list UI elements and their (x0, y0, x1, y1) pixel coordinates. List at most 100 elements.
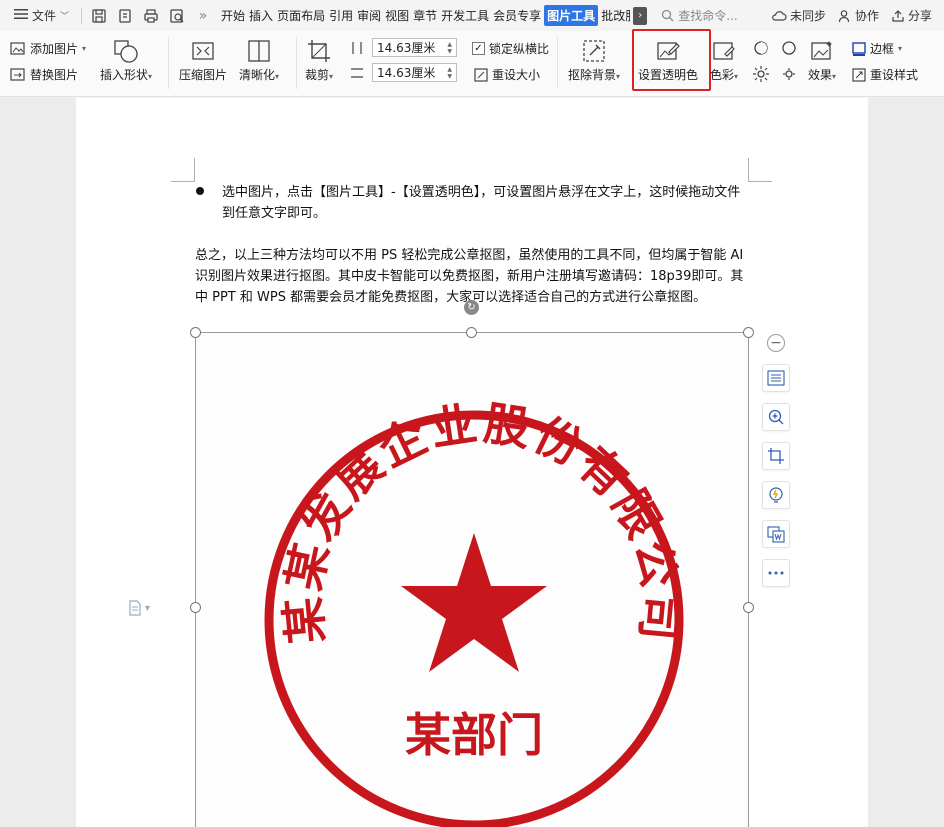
resize-handle-nw[interactable] (190, 327, 201, 338)
insert-shape-label: 插入形状▾ (100, 68, 153, 82)
cloud-icon (772, 10, 787, 21)
more-options-button[interactable] (762, 559, 790, 587)
share-button[interactable]: 分享 (891, 7, 932, 24)
tab-references[interactable]: 引用 (328, 5, 354, 26)
color-button[interactable]: 色彩▾ (710, 38, 738, 83)
share-label: 分享 (907, 9, 932, 23)
width-icon (351, 67, 363, 78)
compress-icon (192, 42, 214, 60)
more-chevrons-icon[interactable]: » (192, 5, 214, 27)
export-pdf-icon[interactable] (114, 5, 136, 27)
sharpen-label: 清晰化▾ (239, 68, 280, 82)
remove-background-icon (583, 40, 605, 62)
user-icon (838, 9, 850, 22)
text-wrap-icon (767, 370, 785, 386)
width-spinner[interactable]: ▲ ▼ (447, 66, 452, 80)
tab-view[interactable]: 视图 (384, 5, 410, 26)
height-spinner[interactable]: ▲ ▼ (447, 41, 452, 55)
compress-picture-button[interactable]: 压缩图片 (179, 38, 227, 83)
rotate-handle-icon[interactable]: ↻ (464, 300, 479, 315)
tab-insert[interactable]: 插入 (248, 5, 274, 26)
color-icon (713, 42, 735, 60)
title-actions: 未同步 协作 分享 (771, 0, 932, 31)
layout-options-button[interactable] (762, 364, 790, 392)
brightness-increase-icon[interactable] (752, 65, 770, 83)
chevron-down-icon: ﹀ (60, 12, 70, 22)
border-label: 边框 (870, 42, 895, 56)
print-icon[interactable] (140, 5, 162, 27)
collab-label: 协作 (854, 9, 879, 23)
reset-style-button[interactable]: 重设样式 (852, 66, 918, 83)
tab-home[interactable]: 开始 (220, 5, 246, 26)
reset-size-button[interactable]: 重设大小 (474, 66, 540, 83)
brightness-controls-2 (752, 65, 798, 83)
picture-add-icon (10, 41, 25, 55)
lightbulb-icon (769, 487, 783, 503)
add-picture-button[interactable]: 添加图片 ▾ (10, 40, 86, 57)
tab-member[interactable]: 会员专享 (492, 5, 542, 26)
collapse-icon[interactable]: − (767, 334, 785, 352)
file-menu-label: 文件 (32, 9, 57, 23)
resize-handle-w[interactable] (190, 602, 201, 613)
width-field-row: 14.63厘米 ▲ ▼ (350, 63, 457, 82)
contrast-decrease-icon[interactable] (780, 39, 798, 57)
picture-to-text-button[interactable] (762, 520, 790, 548)
contrast-increase-icon[interactable] (752, 39, 770, 57)
tab-developer[interactable]: 开发工具 (440, 5, 490, 26)
picture-replace-icon (10, 67, 25, 81)
collab-button[interactable]: 协作 (838, 7, 879, 24)
crop-picture-button[interactable] (762, 442, 790, 470)
tab-page-layout[interactable]: 页面布局 (276, 5, 326, 26)
replace-picture-button[interactable]: 替换图片 (10, 66, 78, 83)
page-margin-mark (171, 158, 195, 182)
print-preview-icon[interactable] (166, 5, 188, 27)
bullet-icon (196, 187, 204, 195)
chevron-right-icon[interactable]: › (633, 6, 648, 25)
resize-handle-e[interactable] (743, 602, 754, 613)
share-icon (892, 9, 904, 22)
tab-correction[interactable]: 批改服 (600, 5, 630, 26)
bullet-paragraph: 选中图片，点击【图片工具】-【设置透明色】，可设置图片悬浮在文字上，这时候拖动文… (222, 185, 741, 221)
paragraph-layout-icon[interactable]: ▾ (128, 600, 150, 616)
lock-ratio-checkbox[interactable]: ✓ 锁定纵横比 (472, 40, 549, 57)
reset-style-icon (852, 67, 866, 82)
page-margin-mark (748, 158, 772, 182)
remove-background-button[interactable]: 抠除背景▾ (568, 38, 620, 83)
sync-label: 未同步 (789, 9, 826, 23)
seal-dept-text: 某部门 (405, 708, 543, 762)
height-icon (352, 41, 362, 54)
divider (557, 37, 558, 89)
divider (168, 37, 169, 89)
command-search[interactable]: 查找命令... (661, 7, 738, 24)
sharpen-button[interactable]: 清晰化▾ (239, 38, 279, 83)
tab-review[interactable]: 审阅 (356, 5, 382, 26)
border-button[interactable]: 边框 ▾ (852, 40, 902, 57)
border-icon (852, 41, 866, 56)
dropdown-caret-icon: ▾ (898, 44, 903, 53)
insert-shape-button[interactable]: 插入形状▾ (100, 38, 152, 83)
save-icon[interactable] (88, 5, 110, 27)
height-input[interactable]: 14.63厘米 ▲ ▼ (372, 38, 457, 57)
effects-button[interactable]: 效果▾ (808, 38, 836, 83)
brightness-decrease-icon[interactable] (780, 65, 798, 83)
highlight-annotation (632, 29, 711, 91)
reset-size-label: 重设大小 (492, 68, 541, 82)
crop-button[interactable]: 裁剪▾ (305, 38, 333, 83)
effects-icon (811, 41, 833, 60)
resize-handle-ne[interactable] (743, 327, 754, 338)
more-dots-icon (768, 571, 784, 575)
selected-picture[interactable]: 某某发展企业股份有限公司 某部门 (195, 332, 749, 827)
file-menu[interactable]: 文件 ﹀ (0, 0, 77, 31)
tab-chapter[interactable]: 章节 (412, 5, 438, 26)
hamburger-icon (14, 8, 28, 23)
zoom-picture-button[interactable] (762, 403, 790, 431)
resize-handle-n[interactable] (466, 327, 477, 338)
sync-button[interactable]: 未同步 (771, 7, 826, 24)
crop-label: 裁剪▾ (305, 68, 334, 82)
height-field-row: 14.63厘米 ▲ ▼ (350, 38, 457, 57)
smart-tools-button[interactable] (762, 481, 790, 509)
tab-picture-tools[interactable]: 图片工具 (544, 5, 599, 26)
brightness-controls (752, 39, 798, 57)
width-input[interactable]: 14.63厘米 ▲ ▼ (372, 63, 457, 82)
color-label: 色彩▾ (710, 68, 739, 82)
